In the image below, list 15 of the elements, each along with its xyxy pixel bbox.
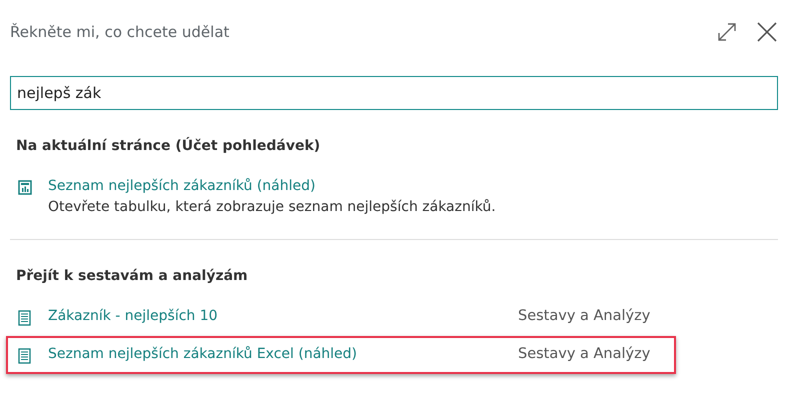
result-link[interactable]: Seznam nejlepších zákazníků (náhled) — [48, 178, 668, 194]
result-link[interactable]: Seznam nejlepších zákazníků Excel (náhled) — [48, 346, 518, 362]
result-category: Sestavy a Analýzy — [518, 346, 652, 362]
search-field[interactable]: nejlepš zák — [10, 76, 778, 110]
expand-icon[interactable] — [716, 21, 738, 43]
section-heading: Na aktuální stránce (Účet pohledávek) — [15, 136, 322, 156]
section-heading: Přejít k sestavám a analýzám — [15, 267, 249, 286]
document-icon — [18, 348, 31, 364]
document-icon — [18, 310, 31, 326]
chart-page-icon — [18, 180, 32, 195]
result-link[interactable]: Zákazník - nejlepších 10 — [48, 308, 518, 324]
result-category: Sestavy a Analýzy — [518, 308, 652, 324]
dialog-title: Řekněte mi, co chcete udělat — [10, 23, 230, 41]
close-icon[interactable] — [756, 21, 778, 43]
result-description: Otevřete tabulku, která zobrazuje seznam nejlepších zákazníků. — [48, 199, 497, 215]
